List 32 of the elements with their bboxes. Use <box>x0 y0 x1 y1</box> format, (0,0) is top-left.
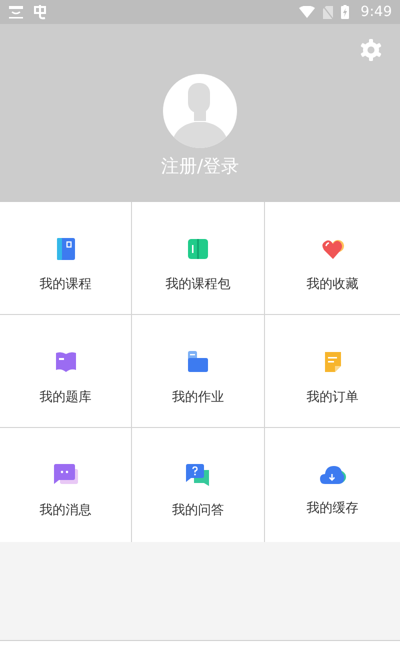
notification-icon <box>8 5 24 19</box>
menu-label: 我的作业 <box>172 389 224 406</box>
menu-label: 我的课程包 <box>166 276 230 293</box>
package-icon <box>186 237 210 261</box>
menu-item[interactable]: 我的缓存 <box>265 428 400 542</box>
question-chat-icon <box>185 463 211 487</box>
clock: 9:49 <box>360 4 392 20</box>
folder-icon <box>186 350 210 374</box>
menu-label: 我的课程 <box>40 276 92 293</box>
cloud-download-icon <box>318 463 346 485</box>
settings-icon[interactable] <box>359 38 383 62</box>
menu-label: 我的问答 <box>172 502 224 519</box>
menu-item[interactable]: 我的问答 <box>132 428 265 542</box>
menu-item[interactable]: 我的作业 <box>132 315 265 428</box>
menu-label: 我的缓存 <box>306 500 358 517</box>
wifi-icon <box>298 6 315 18</box>
no-sim-icon <box>322 6 333 18</box>
chat-icon <box>52 463 78 487</box>
menu-label: 我的消息 <box>40 502 92 519</box>
menu-item[interactable]: 我的收藏 <box>265 202 400 315</box>
menu-label: 我的收藏 <box>306 276 358 293</box>
battery-icon <box>340 5 349 19</box>
menu-item[interactable]: 我的消息 <box>0 428 132 542</box>
menu-item[interactable]: 我的订单 <box>265 315 400 428</box>
question-book-icon <box>54 350 78 374</box>
menu-item[interactable]: 我的题库 <box>0 315 132 428</box>
menu-label: 我的题库 <box>40 389 92 406</box>
menu-label: 我的订单 <box>306 389 358 406</box>
heart-icon <box>320 237 344 261</box>
menu-item[interactable]: 我的课程包 <box>132 202 265 315</box>
menu-item[interactable]: 我的课程 <box>0 202 132 315</box>
avatar[interactable] <box>163 74 237 148</box>
